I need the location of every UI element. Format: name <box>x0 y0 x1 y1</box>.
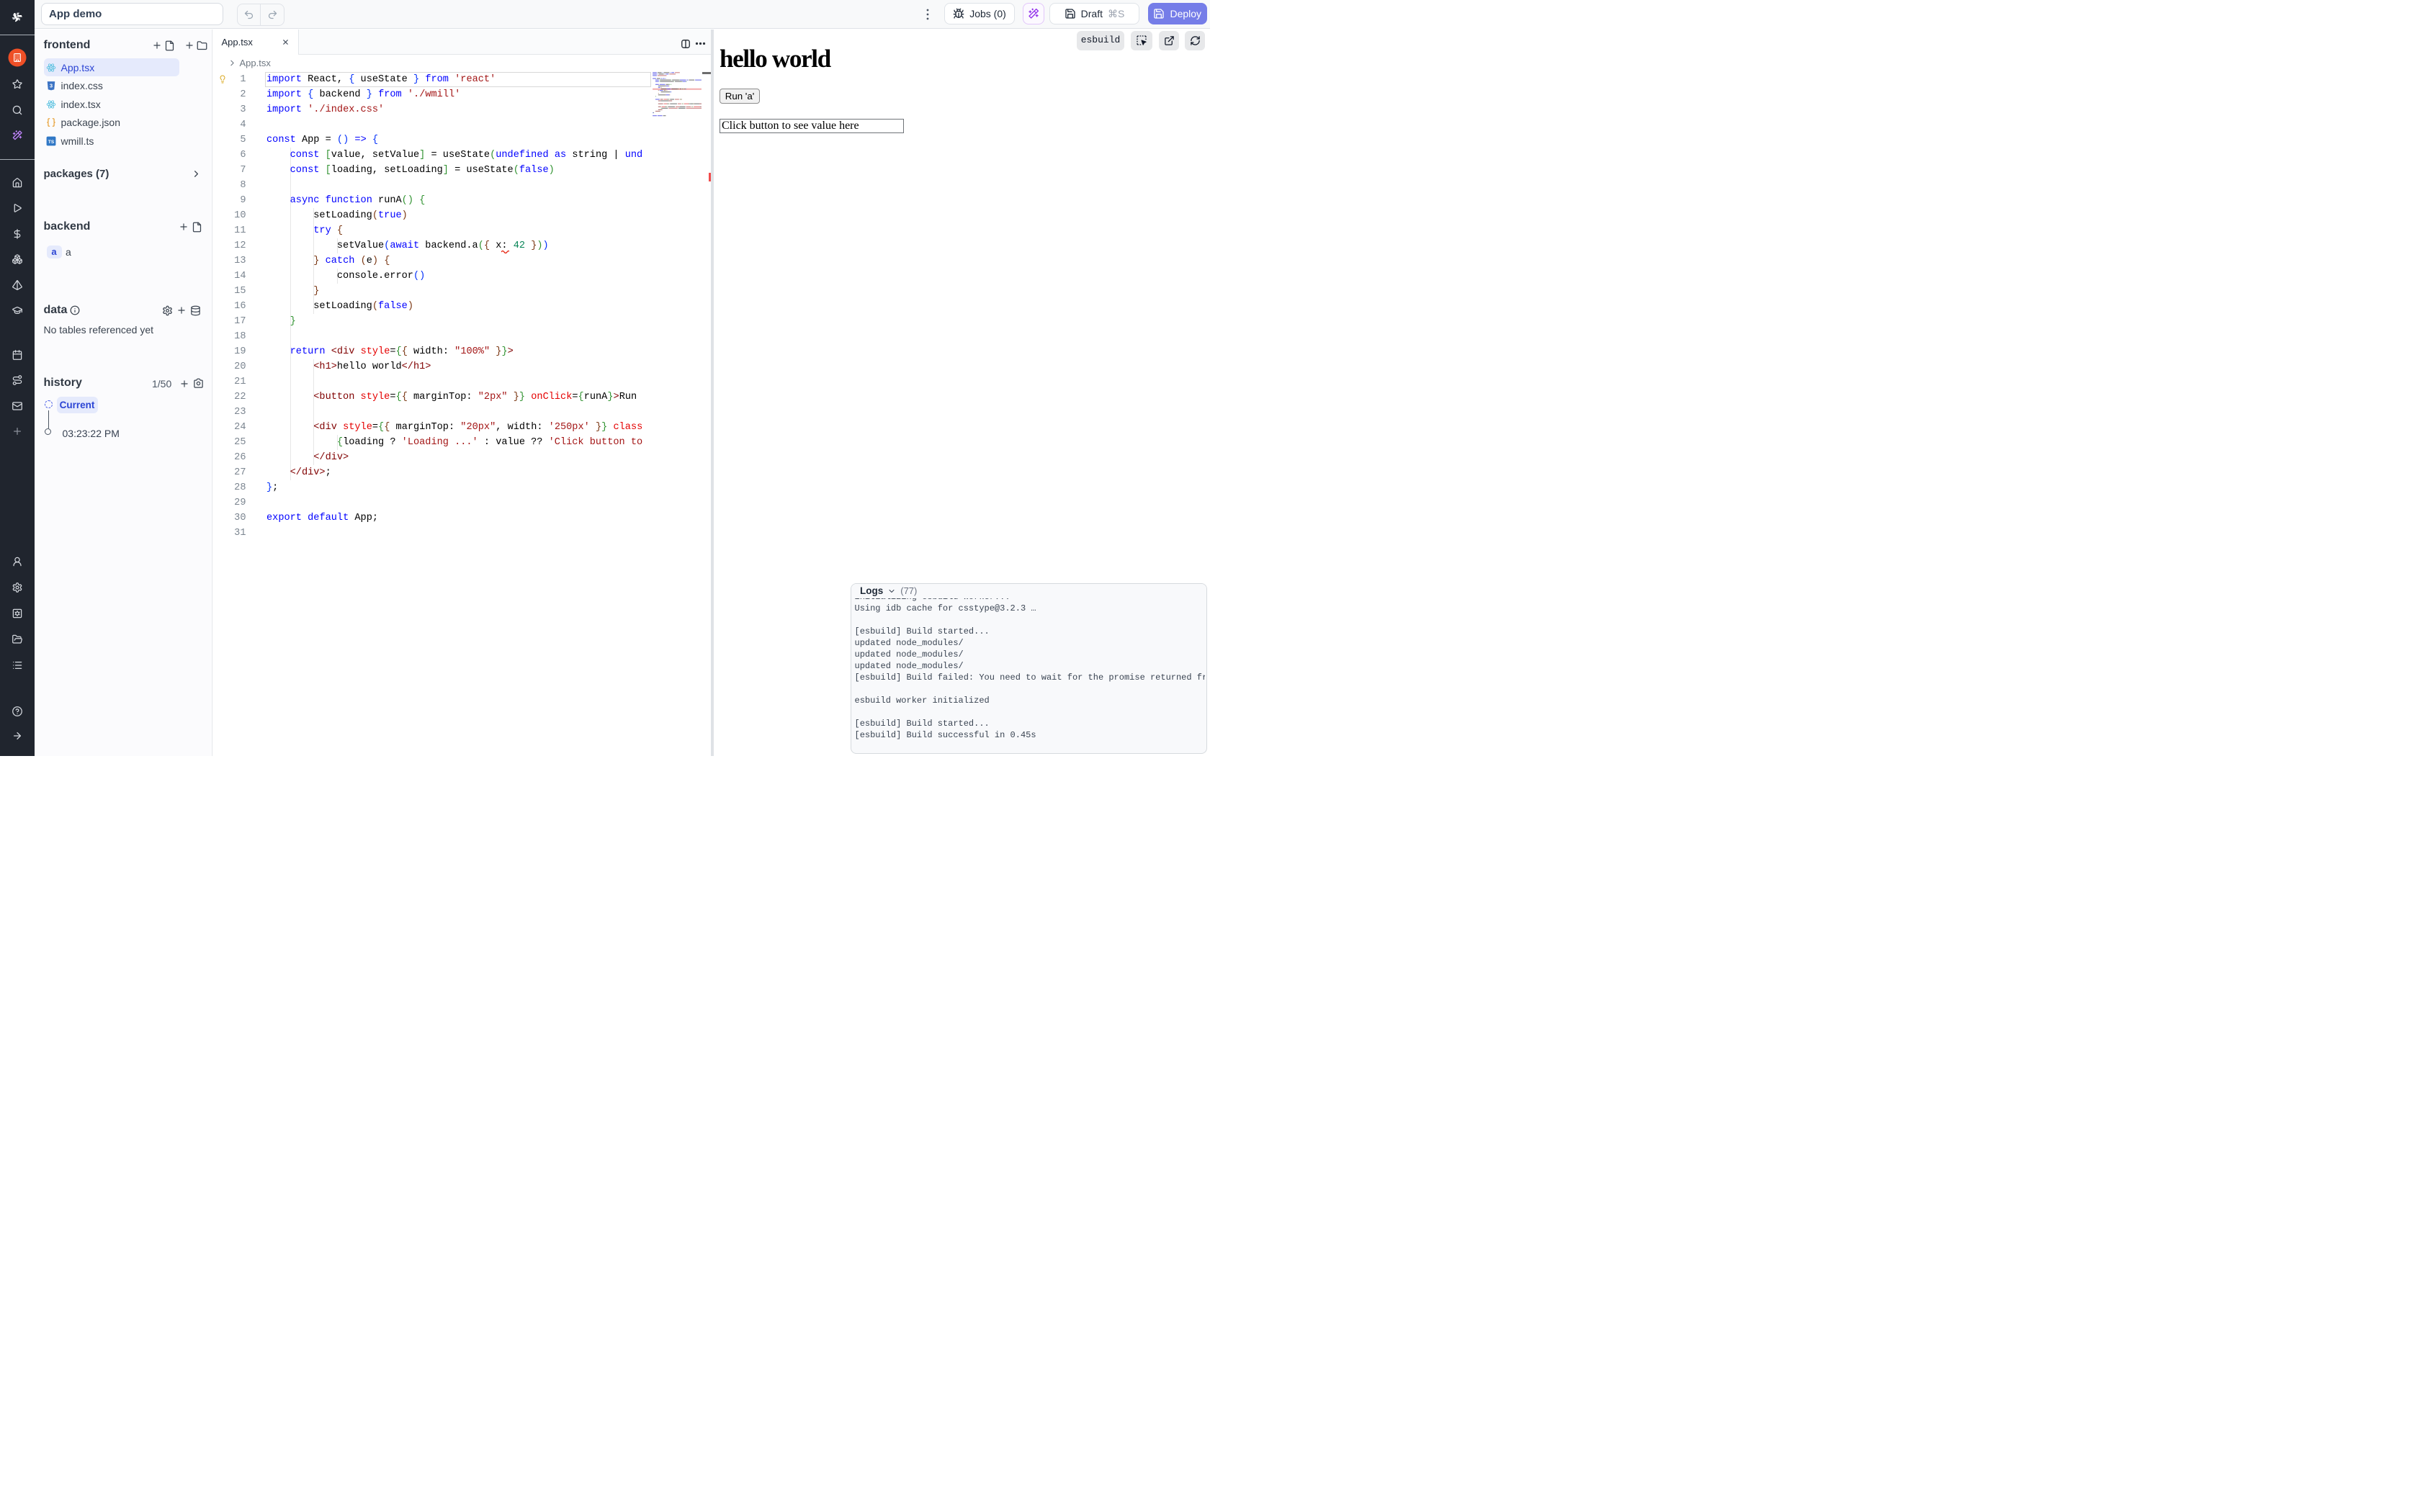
svg-text:TS: TS <box>48 139 54 144</box>
svg-text:3: 3 <box>49 83 52 89</box>
